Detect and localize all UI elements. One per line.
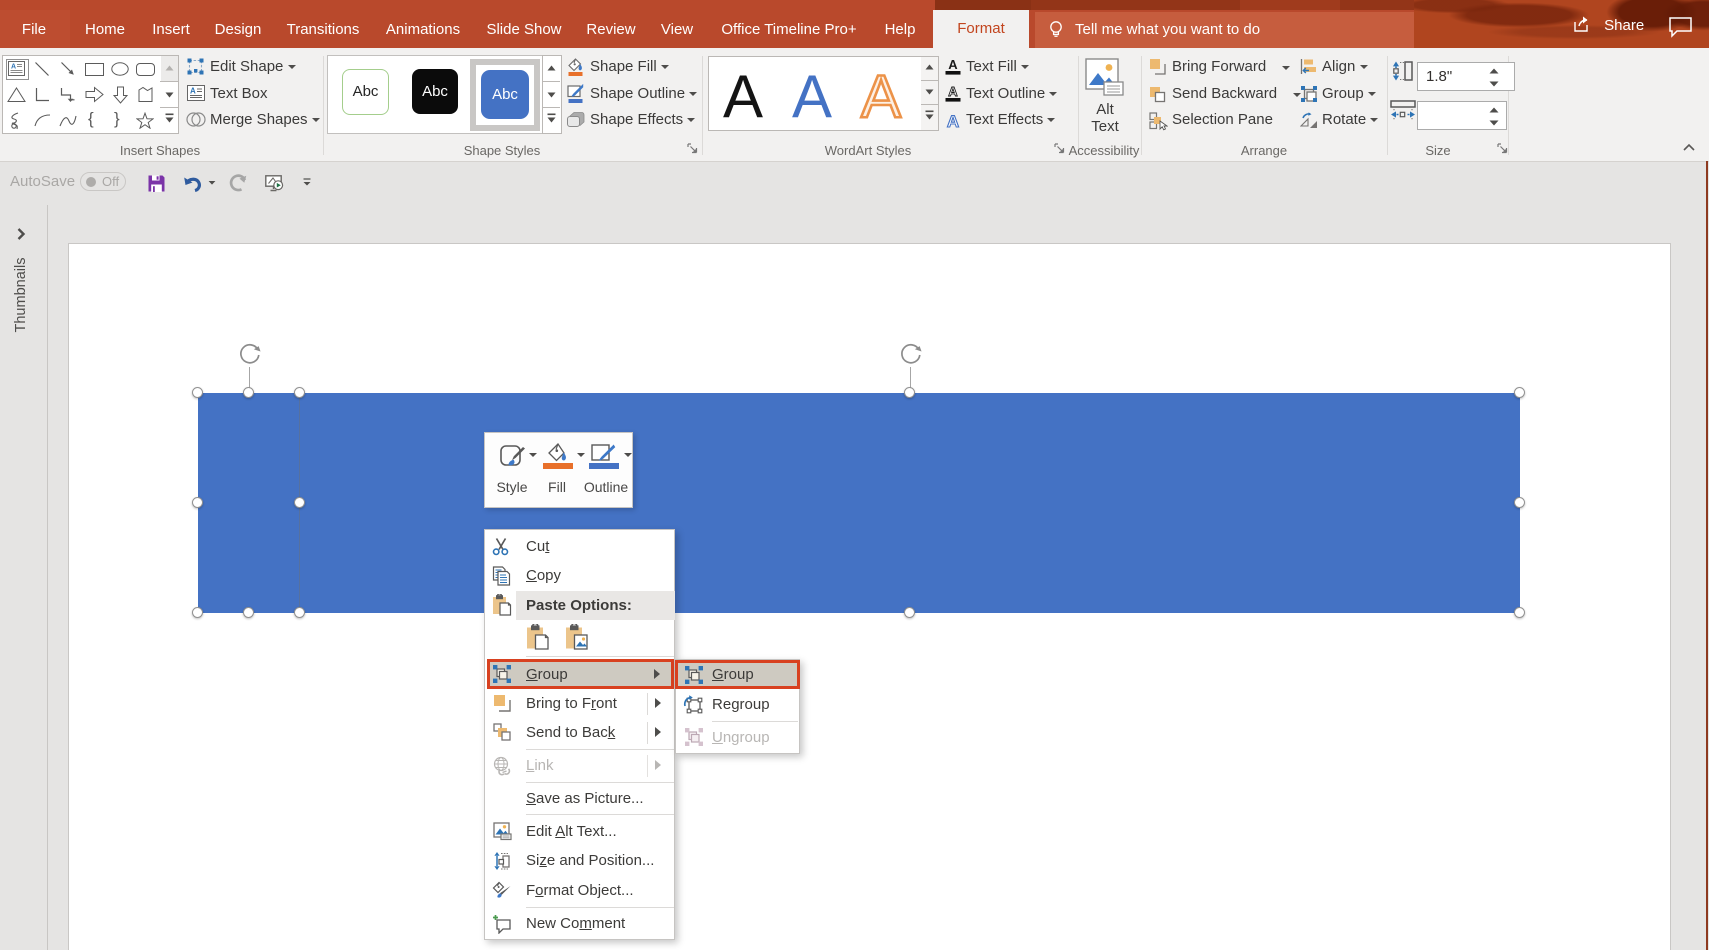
svg-text:A: A — [792, 63, 832, 125]
svg-text:A: A — [11, 64, 16, 71]
svg-text:A: A — [723, 63, 763, 125]
svg-text:A: A — [947, 112, 959, 130]
svg-text:A: A — [948, 57, 958, 72]
svg-text:A: A — [948, 84, 958, 99]
svg-text:A: A — [861, 63, 901, 125]
svg-text:A: A — [190, 87, 196, 96]
